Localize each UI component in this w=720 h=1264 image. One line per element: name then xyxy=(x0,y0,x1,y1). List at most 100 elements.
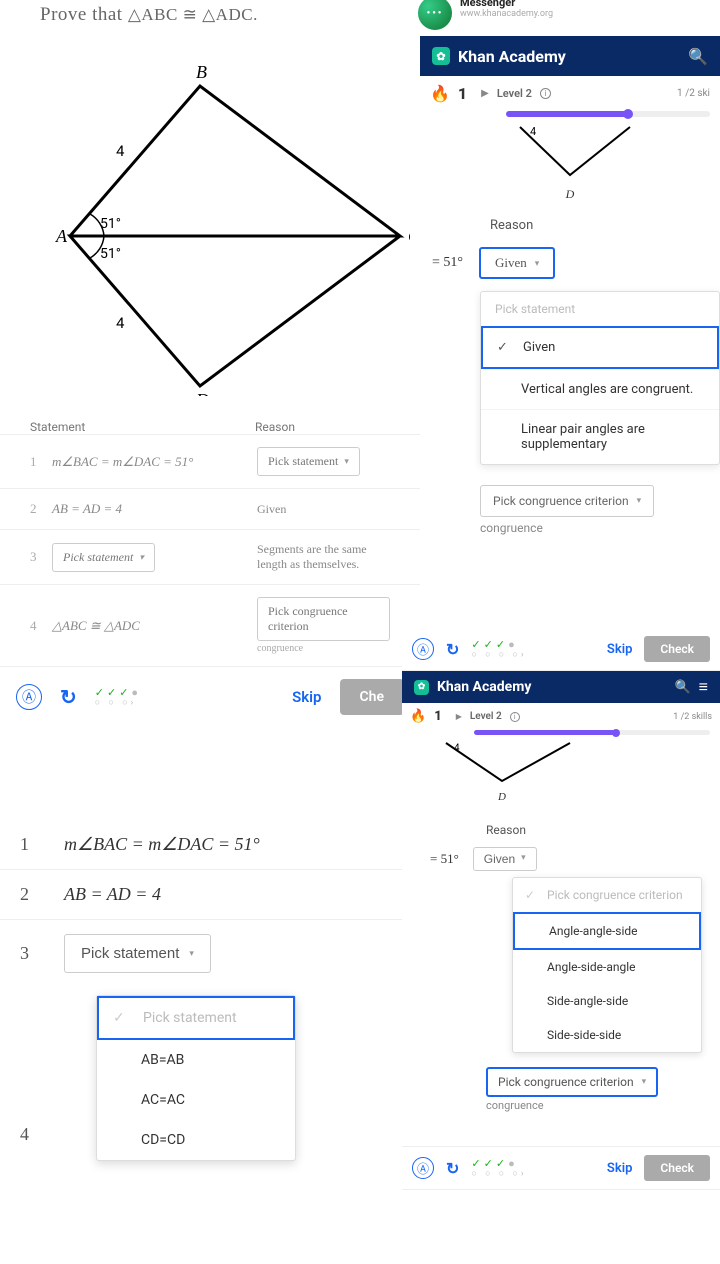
dd-option[interactable]: Side-angle-side xyxy=(513,984,701,1018)
col-reason: Reason xyxy=(255,420,295,434)
check-button[interactable]: Check xyxy=(644,636,710,662)
redo-icon[interactable]: ↻ xyxy=(446,640,459,659)
given-select[interactable]: Given▾ xyxy=(479,247,555,279)
ka-brand: Khan Academy xyxy=(458,47,566,66)
congruence-dropdown: Pick congruence criterion Angle-angle-si… xyxy=(512,877,702,1053)
draw-icon[interactable]: Ⓐ xyxy=(16,684,42,710)
progress-bar xyxy=(474,730,710,735)
mini-figure: 4 xyxy=(420,121,720,181)
proof-row: 4 △ABC ≅ △ADC Pick congruence criterionc… xyxy=(0,584,420,666)
dd-option[interactable]: Vertical angles are congruent. xyxy=(481,369,719,409)
dd-option[interactable]: Angle-angle-side xyxy=(513,912,701,950)
search-icon[interactable]: 🔍 xyxy=(688,47,708,66)
chevron-down-icon: ▾ xyxy=(642,1077,647,1087)
row-stmt: m∠BAC = m∠DAC = 51° xyxy=(52,454,257,470)
panel-proof-large: 1 m∠BAC = m∠DAC = 51° 2 AB = AD = 4 3 Pi… xyxy=(0,820,402,1161)
row-num: 4 xyxy=(20,1124,64,1145)
label-C: C xyxy=(408,226,410,246)
redo-icon[interactable]: ↻ xyxy=(446,1159,459,1178)
pick-congruence-button[interactable]: Pick congruence criterion▾ xyxy=(480,485,654,517)
panel-problem: Prove that △ABC ≅ △ADC. A B C D 4 4 51° … xyxy=(0,0,420,727)
dd-option[interactable]: Angle-side-angle xyxy=(513,950,701,984)
row-num: 1 xyxy=(30,454,52,470)
info-icon[interactable]: i xyxy=(540,88,551,99)
label-ang2: 51° xyxy=(100,246,121,262)
title-math: △ABC ≅ △ADC. xyxy=(128,5,258,24)
menu-icon[interactable]: ≡ xyxy=(699,677,708,697)
search-icon[interactable]: 🔍 xyxy=(674,680,690,695)
chevron-down-icon: ▾ xyxy=(189,948,194,959)
dd-header: Pick statement xyxy=(481,292,719,326)
row-num: 2 xyxy=(20,884,64,905)
dd-option[interactable]: Given xyxy=(481,326,719,369)
reason-dropdown: Pick statement Given Vertical angles are… xyxy=(480,291,720,465)
proof-row: 3 Pick statement▾ Segments are the same … xyxy=(0,529,420,584)
level-label: Level 2 xyxy=(497,87,532,100)
level-row: 🔥 1 ▶ Level 2 i 1 /2 ski xyxy=(420,76,720,111)
ka-brand: Khan Academy xyxy=(437,679,531,695)
problem-title: Prove that △ABC ≅ △ADC. xyxy=(0,0,420,26)
row-reason: Given xyxy=(257,502,390,517)
label-ab: 4 xyxy=(116,142,125,160)
action-bar: Ⓐ ↻ ✓✓✓● ○ ○ ○ ○› Skip Check xyxy=(402,1146,720,1190)
progress-ticks: ✓✓✓● ○ ○ ○ ○› xyxy=(471,1158,526,1179)
given-select[interactable]: Given▾ xyxy=(473,847,537,871)
action-bar: Ⓐ ↻ ✓✓✓● ○ ○ ○ ○› Skip Check xyxy=(402,628,720,671)
row-num: 1 xyxy=(20,834,64,855)
congruence-label: congruence xyxy=(480,521,720,535)
ka-header: ✿ Khan Academy 🔍 ≡ xyxy=(402,671,720,703)
chevron-down-icon: ▾ xyxy=(521,852,526,866)
chat-icon: ••• xyxy=(416,0,454,32)
panel-reason-given: ••• Messenger www.khanacademy.org ✿ Khan… xyxy=(420,0,720,535)
streak-count: 1 xyxy=(434,709,442,724)
redo-icon[interactable]: ↻ xyxy=(60,685,77,709)
row-stmt: △ABC ≅ △ADC xyxy=(52,618,257,634)
title-prefix: Prove that xyxy=(40,4,128,25)
level-label: Level 2 xyxy=(470,711,502,722)
dd-option[interactable]: Linear pair angles are supplementary xyxy=(481,409,719,464)
skip-button[interactable]: Skip xyxy=(292,688,321,706)
level-row: 🔥 1 ▶ Level 2 i 1 /2 skills xyxy=(402,703,720,730)
play-icon[interactable]: ▶ xyxy=(456,712,462,721)
dd-option[interactable]: AB=AB xyxy=(97,1040,295,1080)
ka-leaf-icon: ✿ xyxy=(414,680,429,695)
check-button[interactable]: Che xyxy=(340,679,405,715)
draw-icon[interactable]: Ⓐ xyxy=(412,1157,434,1179)
label-ad: 4 xyxy=(116,314,125,332)
pick-congruence-button[interactable]: Pick congruence criterion▾ xyxy=(486,1067,658,1097)
skip-button[interactable]: Skip xyxy=(607,642,633,657)
panel-congruence: Ⓐ ↻ ✓✓✓● ○ ○ ○ ○› Skip Check ✿ Khan Acad… xyxy=(402,628,720,1190)
proof-header: Statement Reason xyxy=(0,420,420,434)
flame-icon: 🔥 xyxy=(430,84,450,103)
play-icon[interactable]: ▶ xyxy=(481,88,489,99)
label-B: B xyxy=(196,62,207,82)
congruence-label: congruence xyxy=(486,1099,720,1112)
messenger-url: www.khanacademy.org xyxy=(460,9,553,19)
pick-statement-button[interactable]: Pick statement▾ xyxy=(257,447,360,476)
chevron-down-icon: ▾ xyxy=(535,258,540,269)
draw-icon[interactable]: Ⓐ xyxy=(412,638,434,660)
messenger-bubble[interactable]: ••• Messenger www.khanacademy.org xyxy=(416,0,454,32)
chevron-down-icon: ▾ xyxy=(139,552,144,563)
reason-heading: Reason xyxy=(490,218,720,233)
figure-triangles: A B C D 4 4 51° 51° xyxy=(30,36,410,396)
pick-statement-button[interactable]: Pick statement▾ xyxy=(64,934,211,973)
dd-option[interactable]: Side-side-side xyxy=(513,1018,701,1052)
svg-text:4: 4 xyxy=(530,125,536,138)
row-num: 2 xyxy=(30,501,52,517)
skip-button[interactable]: Skip xyxy=(607,1161,633,1176)
messenger-title: Messenger xyxy=(460,0,553,9)
proof-row: 3 Pick statement▾ xyxy=(0,920,402,987)
pick-congruence-button[interactable]: Pick congruence criterion xyxy=(257,597,390,641)
mini-D-label: D xyxy=(420,187,720,202)
pick-statement-button[interactable]: Pick statement▾ xyxy=(52,543,155,572)
flame-icon: 🔥 xyxy=(410,709,426,724)
info-icon[interactable]: i xyxy=(510,712,520,722)
row-reason: Segments are the same length as themselv… xyxy=(257,542,390,572)
proof-row: 4 xyxy=(0,1110,402,1159)
progress-ticks: ✓✓✓● ○ ○ ○› xyxy=(95,687,141,708)
eq-line: = 51° Given▾ xyxy=(402,847,720,871)
check-button[interactable]: Check xyxy=(644,1155,710,1181)
proof-row: 2 AB = AD = 4 xyxy=(0,870,402,920)
label-D: D xyxy=(195,390,209,396)
